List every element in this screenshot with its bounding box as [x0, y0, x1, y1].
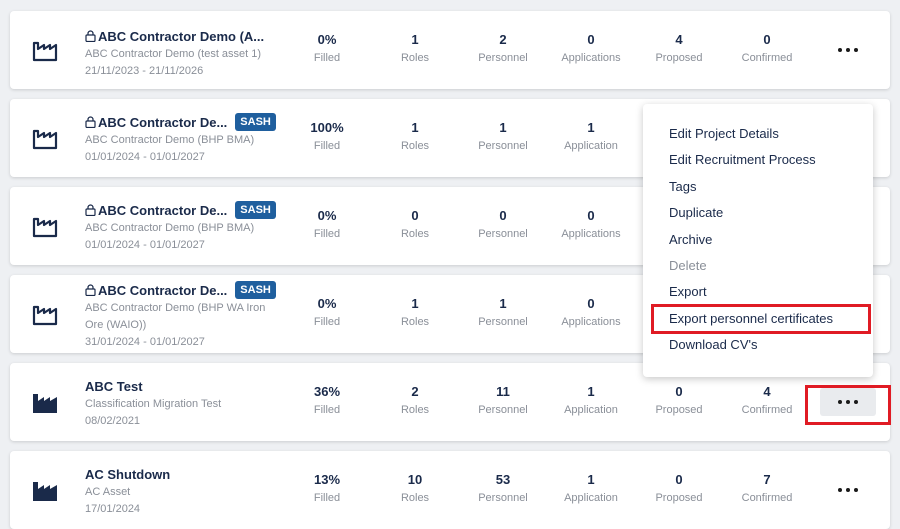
stat-roles: 1 Roles: [400, 32, 430, 64]
stat-applications: 1 Application: [564, 384, 618, 416]
stat-filled: 0% Filled: [313, 296, 341, 328]
menu-item-download-cvs[interactable]: Download CV's: [643, 332, 873, 358]
stat-confirmed: 0 Confirmed: [741, 32, 793, 64]
project-title[interactable]: ABC Contractor Demo (A...: [98, 29, 264, 44]
stat-proposed: 0 Proposed: [655, 384, 703, 416]
stat-filled: 13% Filled: [313, 472, 341, 504]
project-title[interactable]: ABC Contractor De...: [98, 115, 227, 130]
project-subtitle: Classification Migration Test: [85, 398, 222, 410]
stat-filled: 36% Filled: [313, 384, 341, 416]
lock-icon: [85, 284, 96, 296]
menu-item-edit-project-details[interactable]: Edit Project Details: [643, 121, 873, 147]
stat-filled: 0% Filled: [313, 208, 341, 240]
stat-applications: 0 Applications: [561, 208, 621, 240]
stat-filled: 0% Filled: [313, 32, 341, 64]
project-card[interactable]: ABC Contractor Demo (A... ABC Contractor…: [10, 11, 890, 89]
project-subtitle: ABC Contractor Demo (BHP WA Iron: [85, 302, 266, 314]
stat-roles: 2 Roles: [400, 384, 430, 416]
stat-confirmed: 7 Confirmed: [741, 472, 793, 504]
project-dates: 01/01/2024 - 01/01/2027: [85, 151, 205, 163]
menu-item-duplicate[interactable]: Duplicate: [643, 200, 873, 226]
highlight-box-menu-item: [651, 304, 871, 334]
project-dates: 31/01/2024 - 01/01/2027: [85, 336, 205, 348]
project-info: ABC Contractor Demo (A... ABC Contractor…: [85, 26, 295, 80]
stat-personnel: 1 Personnel: [478, 296, 528, 328]
factory-outline-icon: [32, 217, 58, 238]
project-dates: 17/01/2024: [85, 503, 141, 515]
menu-item-edit-recruitment-process[interactable]: Edit Recruitment Process: [643, 147, 873, 173]
project-title[interactable]: AC Shutdown: [85, 467, 170, 482]
project-info: ABC Contractor De... SASH ABC Contractor…: [85, 112, 295, 166]
stat-personnel: 2 Personnel: [478, 32, 528, 64]
more-options-button[interactable]: [820, 476, 876, 504]
factory-filled-icon: [33, 482, 57, 501]
menu-item-export[interactable]: Export: [643, 279, 873, 305]
factory-outline-icon: [32, 305, 58, 326]
tag-badge: SASH: [235, 113, 276, 131]
factory-filled-icon: [33, 394, 57, 413]
stat-filled: 100% Filled: [310, 120, 344, 152]
tag-badge: SASH: [235, 281, 276, 299]
lock-icon: [85, 204, 96, 216]
project-dates: 21/11/2023 - 21/11/2026: [85, 65, 204, 77]
project-subtitle: ABC Contractor Demo (test asset 1): [85, 48, 262, 60]
stat-roles: 0 Roles: [400, 208, 430, 240]
project-title[interactable]: ABC Contractor De...: [98, 283, 227, 298]
lock-icon: [85, 116, 96, 128]
stat-proposed: 0 Proposed: [655, 472, 703, 504]
highlight-box-more-button: [805, 385, 891, 425]
stat-proposed: 4 Proposed: [655, 32, 703, 64]
stat-roles: 10 Roles: [400, 472, 430, 504]
more-options-button[interactable]: [820, 36, 876, 64]
menu-item-tags[interactable]: Tags: [643, 174, 873, 200]
project-subtitle-cont: Ore (WAIO)): [85, 319, 147, 331]
stat-applications: 0 Applications: [561, 32, 621, 64]
stat-roles: 1 Roles: [400, 120, 430, 152]
project-subtitle: AC Asset: [85, 486, 131, 498]
project-subtitle: ABC Contractor Demo (BHP BMA): [85, 222, 255, 234]
stat-personnel: 53 Personnel: [478, 472, 528, 504]
stat-applications: 1 Application: [564, 120, 618, 152]
factory-outline-icon: [32, 129, 58, 150]
project-dates: 01/01/2024 - 01/01/2027: [85, 239, 205, 251]
stat-personnel: 11 Personnel: [478, 384, 528, 416]
project-title[interactable]: ABC Test: [85, 379, 143, 394]
stat-roles: 1 Roles: [400, 296, 430, 328]
menu-item-delete: Delete: [669, 257, 707, 273]
project-dates: 08/02/2021: [85, 415, 141, 427]
project-info: ABC Contractor De... SASH ABC Contractor…: [85, 200, 295, 254]
stat-confirmed: 4 Confirmed: [741, 384, 793, 416]
lock-icon: [85, 30, 96, 42]
stat-personnel: 0 Personnel: [478, 208, 528, 240]
project-title[interactable]: ABC Contractor De...: [98, 203, 227, 218]
stat-applications: 0 Applications: [561, 296, 621, 328]
stat-personnel: 1 Personnel: [478, 120, 528, 152]
factory-outline-icon: [32, 41, 58, 62]
menu-item-archive[interactable]: Archive: [643, 227, 873, 253]
project-subtitle: ABC Contractor Demo (BHP BMA): [85, 134, 255, 146]
project-info: ABC Test Classification Migration Test 0…: [85, 376, 295, 430]
project-options-menu: Edit Project Details Edit Recruitment Pr…: [643, 104, 873, 377]
project-info: AC Shutdown AC Asset 17/01/2024: [85, 464, 295, 518]
tag-badge: SASH: [235, 201, 276, 219]
project-card[interactable]: AC Shutdown AC Asset 17/01/2024 13% Fille…: [10, 451, 890, 529]
stat-applications: 1 Application: [564, 472, 618, 504]
project-info: ABC Contractor De... SASH ABC Contractor…: [85, 280, 295, 351]
